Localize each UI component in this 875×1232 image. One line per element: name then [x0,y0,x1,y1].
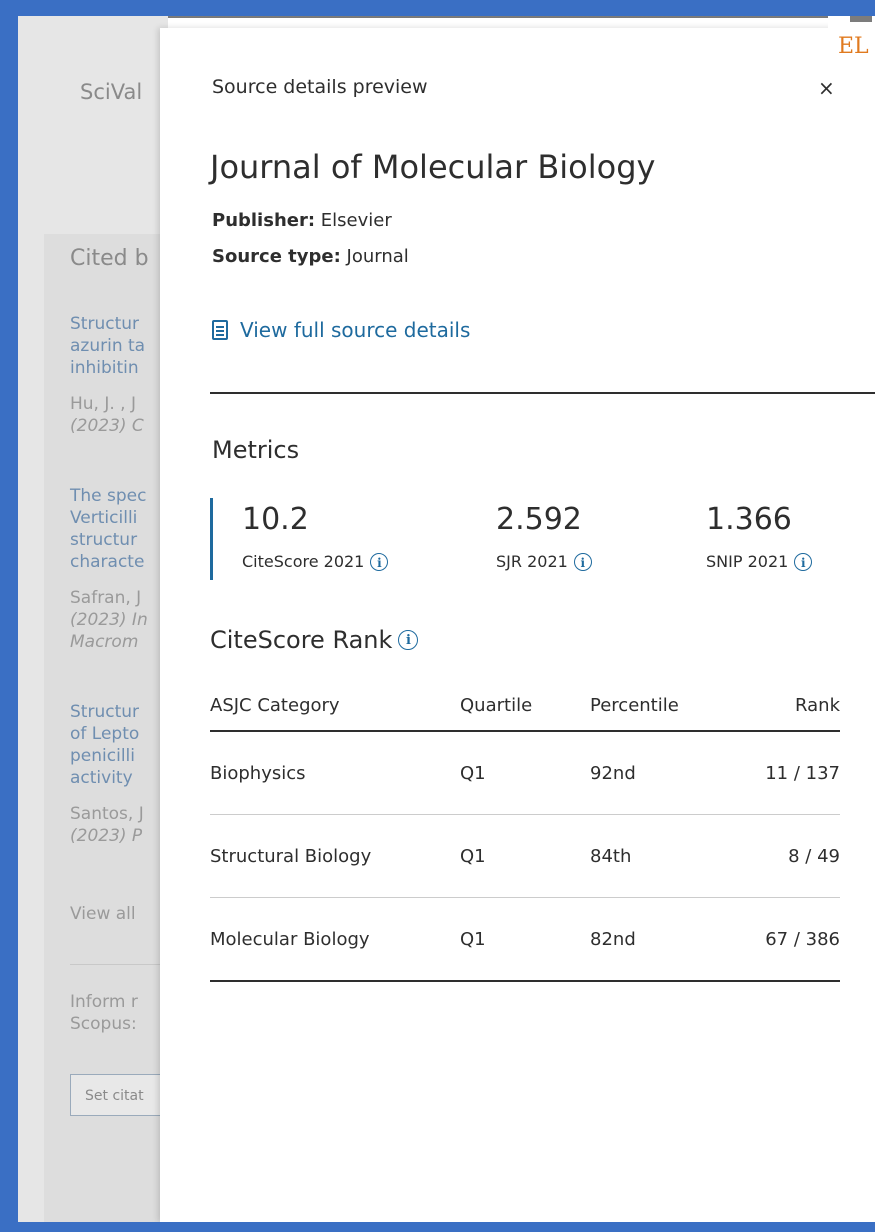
logo-lettering: EL [838,34,869,59]
category-cell: Biophysics [210,731,460,815]
view-full-source-label: View full source details [240,318,471,342]
quartile-cell: Q1 [460,897,590,982]
cited-item-title-line[interactable]: Structur [70,314,139,334]
cited-item-title-line[interactable]: azurin ta [70,336,145,356]
cited-item-title-line[interactable]: Structur [70,702,139,722]
citescore-rank-title: CiteScore Rank [210,626,393,654]
view-all-link[interactable]: View all [70,904,136,924]
cited-by-heading: Cited b [70,246,149,271]
tree-icon [850,4,872,22]
metrics-heading: Metrics [212,436,300,464]
percentile-cell: 84th [590,814,740,898]
cited-item-title-line[interactable]: activity [70,768,133,788]
citescore-label: CiteScore 2021 i [242,552,389,571]
citescore-rank-table: ASJC Category Quartile Percentile Rank B… [210,680,840,982]
cited-item-year: (2023) C [70,416,144,436]
publisher-label: Publisher: [212,210,316,231]
table-row: Biophysics Q1 92nd 11 / 137 [210,731,840,815]
cited-item-title-line[interactable]: Verticilli [70,508,137,528]
metrics-accent-bar [210,498,213,580]
cited-item-authors: Hu, J. , J [70,394,137,414]
elsevier-logo: EL [828,0,875,70]
category-cell: Structural Biology [210,814,460,898]
snip-label-text: SNIP 2021 [706,552,789,571]
table-row: Molecular Biology Q1 82nd 67 / 386 [210,897,840,982]
publisher-row: Publisher: Elsevier [212,210,392,231]
snip-label: SNIP 2021 i [706,552,813,571]
citescore-value: 10.2 [242,502,309,537]
brand-label: SciVal [80,80,143,104]
divider [70,964,168,965]
column-header-quartile: Quartile [460,680,590,732]
table-row: Structural Biology Q1 84th 8 / 49 [210,814,840,898]
rank-cell: 8 / 49 [740,814,840,898]
source-type-label: Source type: [212,246,341,267]
journal-title: Journal of Molecular Biology [210,148,656,186]
source-details-panel: Source details preview × Journal of Mole… [160,28,875,1222]
info-icon[interactable]: i [398,630,419,650]
percentile-cell: 92nd [590,731,740,815]
cited-item-title-line[interactable]: structur [70,530,137,550]
background-page: SciVal Cited b Structur azurin ta inhibi… [18,16,168,1222]
rank-cell: 67 / 386 [740,897,840,982]
panel-heading: Source details preview [212,76,428,98]
quartile-cell: Q1 [460,731,590,815]
cited-item-authors: Safran, J [70,588,142,608]
cited-item-year: (2023) P [70,826,143,846]
inform-text: Scopus: [70,1014,137,1034]
cited-item-authors: Santos, J [70,804,144,824]
citescore-rank-heading: CiteScore Rank i [210,626,419,654]
column-header-percentile: Percentile [590,680,740,732]
citescore-label-text: CiteScore 2021 [242,552,365,571]
info-icon[interactable]: i [370,552,389,571]
view-full-source-link[interactable]: View full source details [212,318,470,342]
cited-item-title-line[interactable]: inhibitin [70,358,139,378]
sjr-label-text: SJR 2021 [496,552,568,571]
rank-cell: 11 / 137 [740,731,840,815]
document-icon [212,320,228,340]
cited-item-title-line[interactable]: penicilli [70,746,135,766]
category-cell: Molecular Biology [210,897,460,982]
publisher-value: Elsevier [320,210,392,231]
cited-item-journal: Macrom [70,632,139,652]
percentile-cell: 82nd [590,897,740,982]
inform-text: Inform r [70,992,138,1012]
column-header-rank: Rank [740,680,840,732]
source-type-value: Journal [346,246,409,267]
info-icon[interactable]: i [794,552,813,571]
cited-item-year: (2023) In [70,610,148,630]
section-divider [210,392,875,394]
quartile-cell: Q1 [460,814,590,898]
snip-value: 1.366 [706,502,792,537]
sjr-label: SJR 2021 i [496,552,592,571]
sjr-value: 2.592 [496,502,582,537]
column-header-category: ASJC Category [210,680,460,732]
info-icon[interactable]: i [573,552,592,571]
set-citation-alert-button[interactable]: Set citat [70,1074,168,1116]
cited-item-title-line[interactable]: characte [70,552,144,572]
source-type-row: Source type: Journal [212,246,409,267]
table-header-row: ASJC Category Quartile Percentile Rank [210,680,840,732]
close-icon[interactable]: × [818,76,835,100]
cited-item-title-line[interactable]: of Lepto [70,724,139,744]
cited-item-title-line[interactable]: The spec [70,486,146,506]
